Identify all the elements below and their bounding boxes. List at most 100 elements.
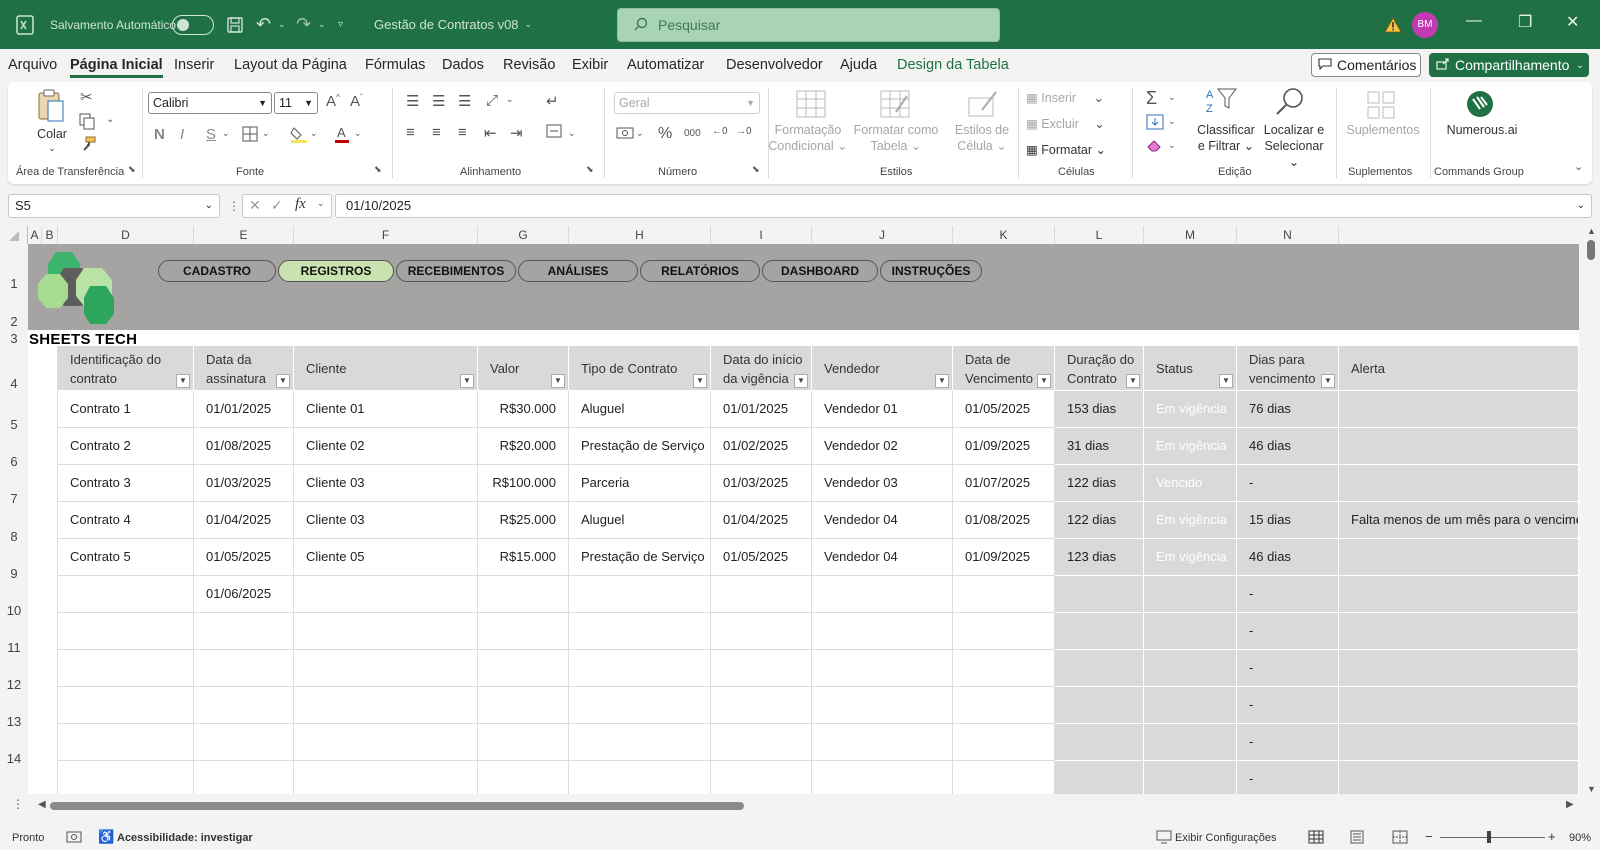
cell-duration[interactable] [1055, 576, 1144, 613]
tab-desenvolvedor[interactable]: Desenvolvedor [726, 57, 823, 73]
cell-duration[interactable]: 122 dias [1055, 502, 1144, 539]
copy-icon[interactable] [78, 112, 96, 134]
cell-signature-date[interactable] [194, 687, 294, 724]
table-header-status[interactable]: Status ▼ [1144, 346, 1237, 390]
cell-signature-date[interactable] [194, 613, 294, 650]
accessibility-status[interactable]: Acessibilidade: investigar [117, 832, 253, 844]
cell-value[interactable] [478, 687, 569, 724]
format-as-table-icon[interactable] [880, 90, 910, 122]
table-header-start-date[interactable]: Data do início da vigência ▼ [711, 346, 812, 390]
wrap-text-icon[interactable]: ↵ [546, 92, 559, 110]
share-button[interactable]: Compartilhamento ⌄ [1429, 53, 1589, 77]
cell-alert[interactable] [1339, 724, 1579, 761]
insert-function-icon[interactable]: fx [295, 196, 306, 213]
cell-signature-date[interactable]: 01/05/2025 [194, 539, 294, 576]
cell-due-date[interactable]: 01/05/2025 [953, 391, 1055, 428]
cell-days-left[interactable]: 76 dias [1237, 391, 1339, 428]
cell-contract-type[interactable] [569, 576, 711, 613]
nav-button-analises[interactable]: ANÁLISES [518, 260, 638, 282]
macro-recorder-icon[interactable] [66, 830, 82, 847]
cell-status[interactable]: Em vigência [1144, 502, 1237, 539]
cell-styles-button[interactable]: Estilos de Célula ⌄ [950, 122, 1014, 154]
paste-icon[interactable] [36, 88, 66, 128]
search-box[interactable]: Pesquisar [617, 8, 1000, 42]
cell-client[interactable]: Cliente 01 [294, 391, 478, 428]
row-header[interactable]: 14 [0, 751, 28, 766]
increase-font-icon[interactable]: A^ [326, 93, 340, 110]
cell-status[interactable] [1144, 687, 1237, 724]
underline-icon[interactable]: S [206, 126, 216, 143]
filter-dropdown-icon[interactable]: ▼ [693, 374, 707, 388]
cell-signature-date[interactable]: 01/06/2025 [194, 576, 294, 613]
cell-alert[interactable] [1339, 539, 1579, 576]
scroll-left-icon[interactable]: ◀ [38, 799, 46, 810]
paste-dropdown-icon[interactable]: ⌄ [34, 140, 70, 156]
underline-dropdown-icon[interactable]: ⌄ [222, 128, 230, 139]
decrease-font-icon[interactable]: Aˇ [350, 93, 363, 110]
customize-toolbar-icon[interactable]: ▿ [338, 0, 343, 49]
zoom-slider-thumb[interactable] [1487, 831, 1491, 843]
autosave-toggle[interactable] [172, 0, 214, 49]
align-top-icon[interactable]: ☰ [406, 92, 419, 110]
cell-client[interactable] [294, 650, 478, 687]
cell-days-left[interactable]: 15 dias [1237, 502, 1339, 539]
addins-icon[interactable] [1366, 90, 1396, 124]
cell-status[interactable]: Em vigência [1144, 539, 1237, 576]
cell-contract-type[interactable]: Parceria [569, 465, 711, 502]
zoom-in-icon[interactable]: + [1548, 829, 1556, 844]
cell-signature-date[interactable]: 01/03/2025 [194, 465, 294, 502]
cell-signature-date[interactable]: 01/08/2025 [194, 428, 294, 465]
cell-start-date[interactable] [711, 613, 812, 650]
cut-icon[interactable]: ✂ [80, 88, 93, 106]
cell-alert[interactable] [1339, 761, 1579, 794]
copy-dropdown-icon[interactable]: ⌄ [106, 114, 114, 125]
cell-due-date[interactable]: 01/07/2025 [953, 465, 1055, 502]
save-icon[interactable] [226, 0, 244, 49]
cell-due-date[interactable] [953, 576, 1055, 613]
cell-value[interactable]: R$15.000 [478, 539, 569, 576]
tab-ajuda[interactable]: Ajuda [840, 57, 877, 73]
scroll-down-icon[interactable]: ▼ [1587, 784, 1596, 794]
undo-dropdown-icon[interactable]: ⌄ [278, 0, 286, 49]
column-header[interactable]: J [812, 226, 953, 244]
column-header[interactable]: E [194, 226, 294, 244]
cell-value[interactable]: R$30.000 [478, 391, 569, 428]
cell-contract-type[interactable] [569, 761, 711, 794]
filter-dropdown-icon[interactable]: ▼ [551, 374, 565, 388]
display-settings-label[interactable]: Exibir Configurações [1175, 832, 1277, 844]
cell-start-date[interactable] [711, 650, 812, 687]
borders-dropdown-icon[interactable]: ⌄ [262, 128, 270, 139]
column-header[interactable]: M [1144, 226, 1237, 244]
cell-client[interactable] [294, 724, 478, 761]
cell-due-date[interactable]: 01/09/2025 [953, 428, 1055, 465]
cell-alert[interactable] [1339, 465, 1579, 502]
accessibility-icon[interactable]: ♿ [98, 829, 114, 845]
table-header-seller[interactable]: Vendedor ▼ [812, 346, 953, 390]
cell-signature-date[interactable] [194, 761, 294, 794]
worksheet-grid[interactable]: CADASTRO REGISTROS RECEBIMENTOS ANÁLISES… [28, 244, 1579, 794]
cell-value[interactable]: R$20.000 [478, 428, 569, 465]
nav-button-registros[interactable]: REGISTROS [278, 260, 394, 282]
decrease-decimal-icon[interactable]: →0 [736, 126, 752, 137]
cell-start-date[interactable] [711, 724, 812, 761]
expand-formula-icon[interactable]: ⌄ [1577, 195, 1585, 217]
decrease-indent-icon[interactable]: ⇤ [484, 124, 497, 142]
cell-value[interactable] [478, 724, 569, 761]
cell-seller[interactable] [812, 761, 953, 794]
cell-due-date[interactable] [953, 724, 1055, 761]
cell-id[interactable] [58, 576, 194, 613]
cell-duration[interactable] [1055, 613, 1144, 650]
cell-status[interactable]: Vencido [1144, 465, 1237, 502]
cell-client[interactable] [294, 687, 478, 724]
table-header-value[interactable]: Valor ▼ [478, 346, 569, 390]
cell-seller[interactable] [812, 576, 953, 613]
cell-client[interactable]: Cliente 05 [294, 539, 478, 576]
table-header-client[interactable]: Cliente ▼ [294, 346, 478, 390]
fill-color-icon[interactable] [290, 124, 308, 148]
cell-client[interactable] [294, 613, 478, 650]
cell-status[interactable] [1144, 724, 1237, 761]
row-header[interactable]: 6 [0, 454, 28, 469]
collapse-ribbon-icon[interactable]: ⌄ [1574, 160, 1583, 173]
cell-alert[interactable] [1339, 391, 1579, 428]
cell-due-date[interactable] [953, 613, 1055, 650]
